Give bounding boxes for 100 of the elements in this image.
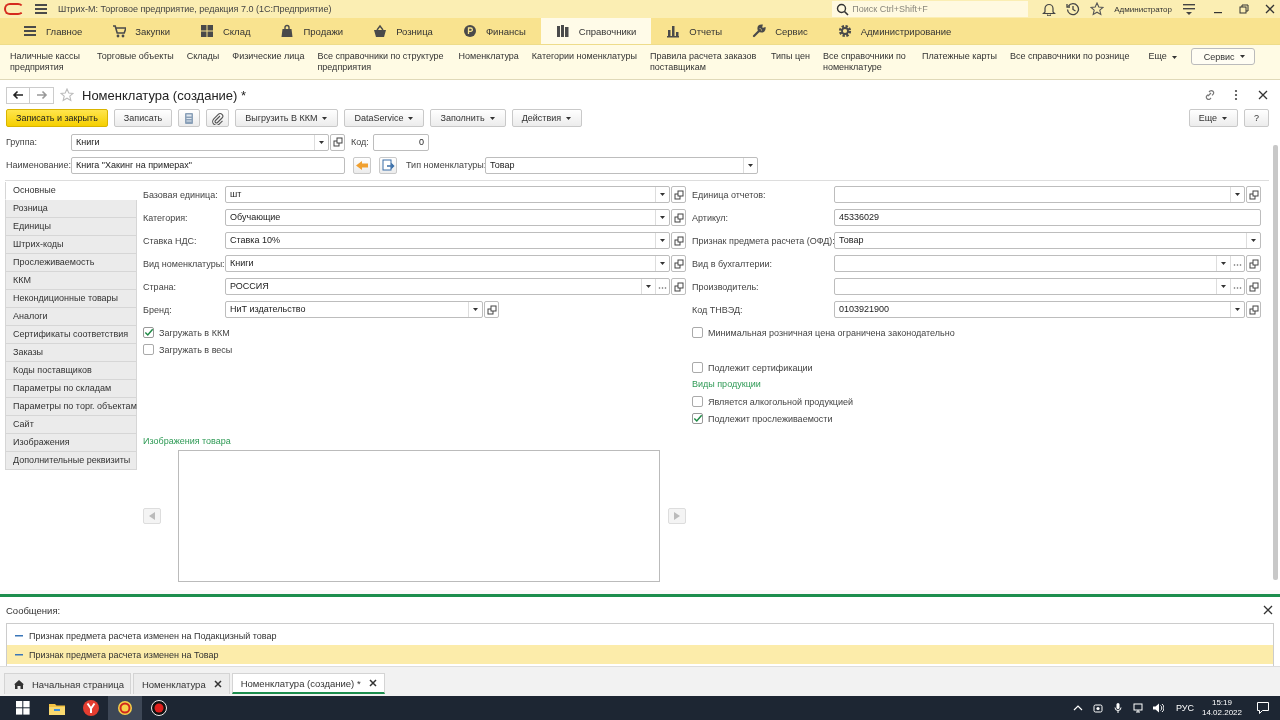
nav-link[interactable]: Все справочники по структуре предприятия — [317, 51, 446, 73]
nav-link[interactable]: Физические лица — [232, 51, 305, 62]
checkbox[interactable] — [692, 362, 703, 373]
input-field[interactable]: Товар — [485, 156, 758, 174]
message-row[interactable]: Признак предмета расчета изменен на Подакцизный товар — [7, 626, 1273, 645]
page-tab[interactable]: Дополнительные реквизиты — [5, 452, 137, 470]
nav-link[interactable]: Категории номенклатуры — [531, 51, 637, 62]
checkbox[interactable] — [692, 413, 703, 424]
message-row[interactable]: Признак предмета расчета изменен на Товар — [7, 645, 1273, 664]
input-field[interactable]: Книги — [71, 133, 329, 151]
menu-button[interactable]: Выгрузить В ККМ — [235, 109, 339, 127]
input-field[interactable]: Ставка 10% — [225, 232, 670, 249]
bell-icon[interactable] — [1042, 2, 1057, 16]
link-icon[interactable] — [1203, 89, 1215, 101]
nav-link[interactable]: Платежные карты — [921, 51, 997, 62]
input-field[interactable]: Книги — [225, 255, 670, 272]
window-tab[interactable]: Номенклатура (создание) * — [231, 673, 385, 694]
input-field[interactable]: НиТ издательство — [225, 301, 483, 318]
input-field[interactable]: 45336029 — [834, 209, 1261, 226]
window-tab[interactable]: Номенклатура — [132, 673, 230, 694]
input-field[interactable]: Товар — [834, 232, 1261, 249]
checkbox[interactable] — [143, 344, 154, 355]
nav-link[interactable]: Все справочники по рознице — [1009, 51, 1130, 62]
nav-link[interactable]: Типы цен — [770, 51, 810, 62]
network-icon[interactable] — [1131, 702, 1144, 714]
nav-link[interactable]: Склады — [186, 51, 220, 62]
page-tab[interactable]: Параметры по складам — [5, 380, 137, 398]
list-icon[interactable] — [34, 2, 48, 16]
nav-link[interactable]: Наличные кассы предприятия — [10, 51, 84, 73]
back-button[interactable] — [6, 86, 30, 104]
close-icon[interactable] — [1264, 3, 1276, 15]
close-icon[interactable] — [1262, 604, 1274, 616]
open-button[interactable] — [330, 133, 345, 151]
page-tab[interactable]: Прослеживаемость — [5, 254, 137, 272]
page-tab[interactable]: Сайт — [5, 416, 137, 434]
notification-icon[interactable] — [1256, 701, 1270, 715]
input-field[interactable]: 0 — [373, 133, 429, 151]
choose-button[interactable] — [655, 279, 669, 294]
restore-icon[interactable] — [1238, 3, 1250, 15]
menu-button[interactable]: Еще — [1188, 109, 1238, 127]
more-menu[interactable]: Еще — [1148, 51, 1178, 62]
camera-icon[interactable] — [1091, 702, 1104, 714]
menu-icon[interactable] — [1182, 2, 1196, 16]
page-tab[interactable]: Единицы — [5, 218, 137, 236]
button[interactable]: Записать — [113, 109, 173, 127]
input-field[interactable] — [834, 278, 1245, 295]
star-icon[interactable] — [60, 88, 74, 102]
search-field[interactable]: Поиск Ctrl+Shift+F — [832, 1, 1029, 17]
speaker-icon[interactable] — [1151, 702, 1164, 714]
section-tab[interactable]: Администрирование — [822, 18, 967, 44]
page-tab[interactable]: ККМ — [5, 272, 137, 290]
choose-button[interactable] — [1230, 279, 1244, 294]
open-button[interactable] — [484, 301, 499, 318]
section-tab[interactable]: Сервис — [737, 18, 823, 44]
section-tab[interactable]: Справочники — [540, 18, 652, 44]
windows-icon[interactable] — [15, 700, 31, 716]
choose-button[interactable] — [1230, 256, 1244, 271]
input-field[interactable]: 0103921900 — [834, 301, 1245, 318]
page-tab[interactable]: Штрих-коды — [5, 236, 137, 254]
input-field[interactable] — [834, 255, 1245, 272]
history-icon[interactable] — [1066, 2, 1081, 16]
open-button[interactable] — [1246, 301, 1261, 318]
nav-link[interactable]: Все справочники по номенклатуре — [822, 51, 909, 73]
open-button[interactable] — [1246, 186, 1261, 203]
calculator-button[interactable] — [178, 109, 201, 127]
open-button[interactable] — [1246, 255, 1261, 272]
checkbox[interactable] — [692, 327, 703, 338]
taskbar-app[interactable] — [108, 696, 142, 720]
open-button[interactable] — [671, 278, 686, 295]
page-tab[interactable]: Изображения — [5, 434, 137, 452]
page-tab[interactable]: Некондиционные товары — [5, 290, 137, 308]
page-tab[interactable]: Параметры по торг. объектам — [5, 398, 137, 416]
nav-link[interactable]: Номенклатура — [458, 51, 519, 62]
menu-button[interactable]: Заполнить — [430, 109, 506, 127]
open-button[interactable] — [671, 209, 686, 226]
menu-button[interactable]: Действия — [511, 109, 583, 127]
input-field[interactable]: Книга "Хакинг на примерах" — [71, 156, 345, 174]
page-tab[interactable]: Коды поставщиков — [5, 362, 137, 380]
section-tab[interactable]: Продажи — [265, 18, 359, 44]
microphone-icon[interactable] — [1111, 702, 1124, 714]
open-button[interactable] — [671, 186, 686, 203]
menu-button[interactable]: DataService — [344, 109, 425, 127]
section-tab[interactable]: Отчеты — [651, 18, 738, 44]
close-icon[interactable] — [1257, 89, 1269, 101]
section-tab[interactable]: Финансы — [447, 18, 541, 44]
service-button[interactable]: Сервис — [1190, 48, 1255, 65]
input-field[interactable]: Обучающие — [225, 209, 670, 226]
nav-link[interactable]: Торговые объекты — [97, 51, 174, 62]
input-field[interactable]: РОССИЯ — [225, 278, 670, 295]
attach-button[interactable] — [206, 109, 230, 127]
document-button[interactable] — [379, 156, 397, 174]
save-close-button[interactable]: Записать и закрыть — [6, 109, 108, 127]
page-tab[interactable]: Розница — [5, 200, 137, 218]
input-field[interactable]: шт — [225, 186, 670, 203]
page-tab[interactable]: Аналоги — [5, 308, 137, 326]
open-button[interactable] — [1246, 278, 1261, 295]
open-button[interactable] — [671, 255, 686, 272]
star-icon[interactable] — [1090, 2, 1105, 16]
section-tab[interactable]: Розница — [358, 18, 448, 44]
page-tab[interactable]: Заказы — [5, 344, 137, 362]
